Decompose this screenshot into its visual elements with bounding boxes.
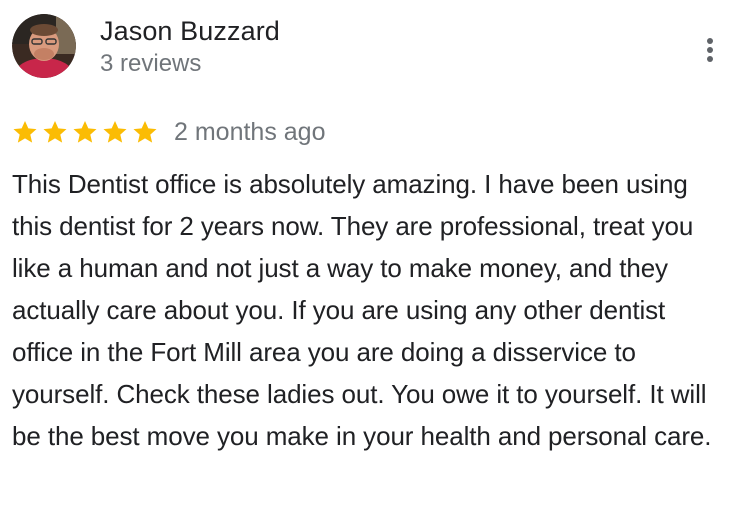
author-info: Jason Buzzard 3 reviews [100,14,280,79]
star-icon [73,120,97,143]
review-date: 2 months ago [174,118,326,146]
star-icon [13,120,37,143]
rating-row: 2 months ago [12,115,326,149]
more-options-button[interactable] [704,34,716,66]
author-name[interactable]: Jason Buzzard [100,14,280,48]
star-icon [43,120,67,143]
avatar[interactable] [12,14,76,78]
review-header: Jason Buzzard 3 reviews [12,13,280,79]
more-vert-icon [707,38,713,62]
review-text: This Dentist office is absolutely amazin… [12,169,712,451]
star-rating [12,119,162,145]
star-icon [133,120,157,143]
author-reviews-count[interactable]: 3 reviews [100,49,280,79]
review-card: Jason Buzzard 3 reviews 2 months ago Thi… [0,0,740,506]
star-icon [103,120,127,143]
